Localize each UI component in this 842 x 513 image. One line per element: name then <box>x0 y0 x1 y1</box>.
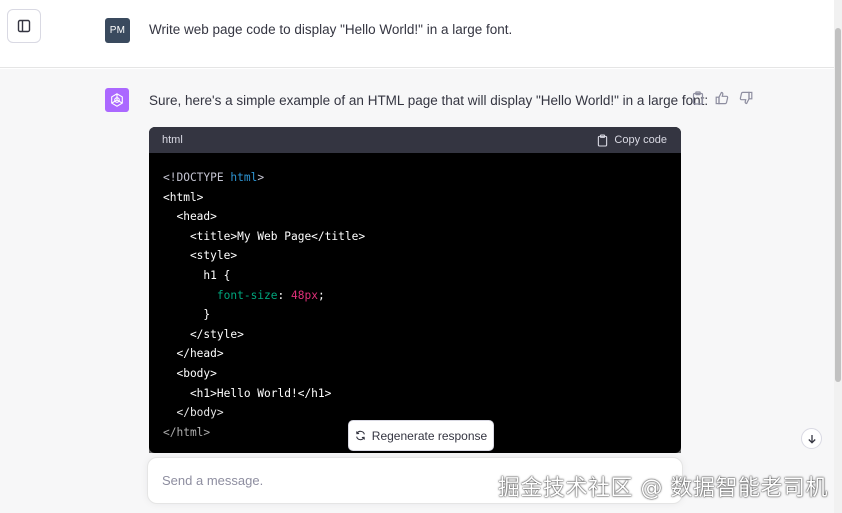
code-line: </head> <box>163 347 224 361</box>
code-line: </style> <box>163 327 244 341</box>
user-message-text: Write web page code to display "Hello Wo… <box>149 22 513 37</box>
copy-message-button[interactable] <box>690 90 706 106</box>
regenerate-response-button[interactable]: Regenerate response <box>348 420 494 451</box>
code-line: font-size: 48px; <box>216 288 325 302</box>
code-line: } <box>163 308 211 322</box>
assistant-message-text: Sure, here's a simple example of an HTML… <box>149 93 709 108</box>
scrollbar-thumb[interactable] <box>835 28 841 382</box>
code-block: html Copy code <!DOCTYPE html> <html> <he… <box>149 127 681 453</box>
code-content: <!DOCTYPE html> <html> <head> <title>My W… <box>149 153 681 453</box>
code-line: h1 { <box>163 268 231 282</box>
user-avatar: PM <box>105 18 130 43</box>
copy-code-label: Copy code <box>614 134 667 146</box>
code-language-label: html <box>162 134 183 146</box>
code-line: <head> <box>163 210 217 224</box>
sidebar-toggle-button[interactable] <box>7 9 41 43</box>
copy-code-button[interactable]: Copy code <box>597 133 667 147</box>
thumbs-down-button[interactable] <box>738 90 754 106</box>
message-actions <box>690 90 754 106</box>
watermark-text: 掘金技术社区 @ 数据智能老司机 <box>498 476 828 501</box>
thumbs-down-icon <box>739 91 753 105</box>
code-block-header: html Copy code <box>149 127 681 153</box>
code-line: <title>My Web Page</title> <box>163 229 366 243</box>
code-line: <html> <box>163 190 204 204</box>
openai-logo-icon <box>111 93 123 107</box>
clipboard-icon <box>598 133 608 147</box>
code-line: <body> <box>163 366 217 380</box>
code-line: <style> <box>163 249 238 263</box>
code-line: <!DOCTYPE html> <box>163 171 265 184</box>
assistant-avatar <box>105 88 129 112</box>
code-line: <h1>Hello World!</h1> <box>163 386 332 400</box>
arrow-down-icon <box>807 434 816 444</box>
sidebar-toggle-icon <box>17 19 31 33</box>
clipboard-icon <box>692 91 704 105</box>
scroll-to-bottom-button[interactable] <box>801 428 822 449</box>
regenerate-label: Regenerate response <box>371 428 488 443</box>
thumbs-up-button[interactable] <box>714 90 730 106</box>
thumbs-up-icon <box>715 91 729 105</box>
refresh-icon <box>355 430 365 441</box>
